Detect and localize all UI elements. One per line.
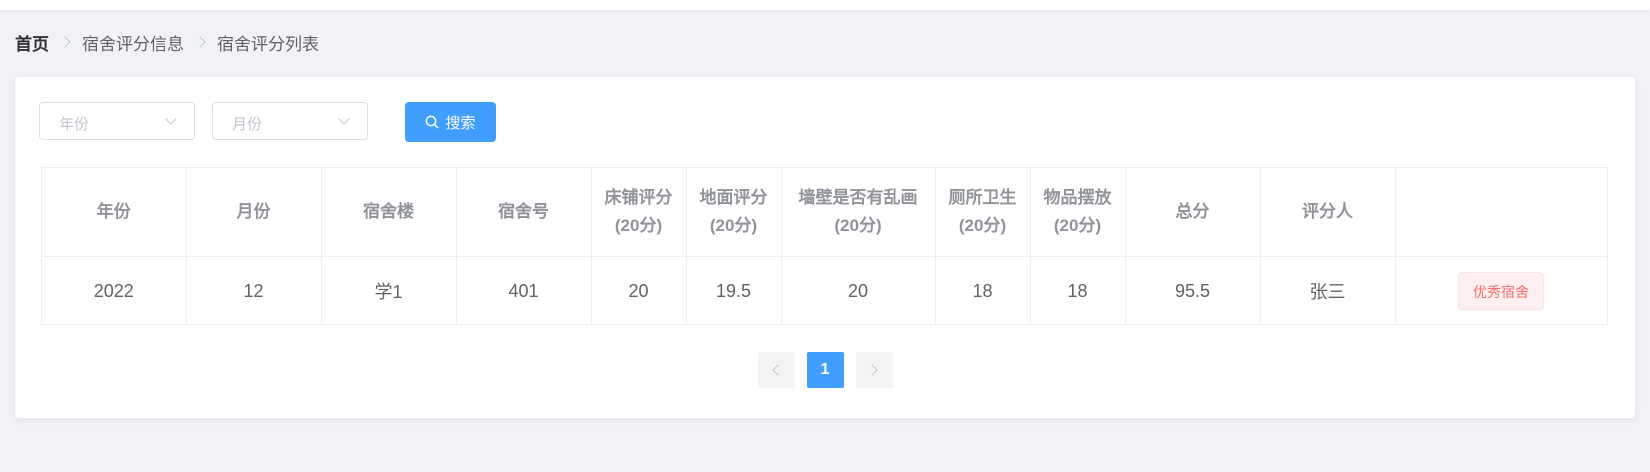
cell-bed-score: 20 bbox=[591, 256, 687, 325]
column-header-year: 年份 bbox=[42, 168, 187, 257]
column-header-total: 总分 bbox=[1125, 168, 1261, 257]
column-header-wall-score: 墙壁是否有乱画 (20分) bbox=[781, 168, 936, 257]
cell-tag: 优秀宿舍 bbox=[1395, 256, 1608, 325]
breadcrumb-dorm-score-info[interactable]: 宿舍评分信息 bbox=[82, 30, 184, 55]
page-number-current[interactable]: 1 bbox=[806, 352, 844, 388]
chevron-down-icon bbox=[338, 113, 350, 125]
cell-toilet-score: 18 bbox=[935, 256, 1031, 325]
year-select-placeholder: 年份 bbox=[59, 116, 90, 133]
cell-year: 2022 bbox=[42, 256, 187, 325]
cell-rater: 张三 bbox=[1260, 256, 1396, 325]
breadcrumb-dorm-score-list: 宿舍评分列表 bbox=[217, 34, 319, 54]
cell-total: 95.5 bbox=[1125, 256, 1261, 325]
search-icon bbox=[426, 115, 439, 129]
chevron-right-icon bbox=[59, 36, 71, 48]
column-header-toilet-score: 厕所卫生 (20分) bbox=[935, 168, 1031, 257]
month-select[interactable]: 月份 bbox=[212, 102, 368, 140]
cell-floor-score: 19.5 bbox=[686, 256, 782, 325]
search-button[interactable]: 搜索 bbox=[405, 102, 496, 142]
column-header-month: 月份 bbox=[186, 168, 322, 257]
column-header-tag bbox=[1395, 168, 1608, 257]
table-header-row: 年份 月份 宿舍楼 宿舍号 床铺评分 (20分) 地面评分 (20分) 墙壁是否… bbox=[42, 168, 1608, 257]
search-button-label: 搜索 bbox=[445, 114, 476, 132]
column-header-bed-score: 床铺评分 (20分) bbox=[591, 168, 687, 257]
table-row: 2022 12 学1 401 20 19.5 20 18 18 95.5 张三 … bbox=[42, 256, 1608, 325]
column-header-room: 宿舍号 bbox=[456, 168, 592, 257]
cell-wall-score: 20 bbox=[781, 256, 936, 325]
breadcrumb-home[interactable]: 首页 bbox=[15, 30, 49, 55]
chevron-left-icon bbox=[772, 364, 784, 376]
score-table: 年份 月份 宿舍楼 宿舍号 床铺评分 (20分) 地面评分 (20分) 墙壁是否… bbox=[41, 167, 1608, 325]
prev-page-button[interactable] bbox=[757, 352, 795, 388]
chevron-down-icon bbox=[165, 113, 177, 125]
cell-room: 401 bbox=[456, 256, 592, 325]
column-header-building: 宿舍楼 bbox=[321, 168, 457, 257]
excellent-dorm-tag: 优秀宿舍 bbox=[1458, 272, 1544, 310]
cell-building: 学1 bbox=[321, 256, 457, 325]
breadcrumb: 首页 宿舍评分信息 宿舍评分列表 bbox=[15, 30, 319, 54]
cell-items-score: 18 bbox=[1030, 256, 1126, 325]
column-header-floor-score: 地面评分 (20分) bbox=[686, 168, 782, 257]
column-header-rater: 评分人 bbox=[1260, 168, 1396, 257]
pagination: 1 bbox=[15, 352, 1635, 388]
column-header-items-score: 物品摆放 (20分) bbox=[1030, 168, 1126, 257]
next-page-button[interactable] bbox=[855, 352, 893, 388]
cell-month: 12 bbox=[186, 256, 322, 325]
year-select[interactable]: 年份 bbox=[39, 102, 195, 140]
chevron-right-icon bbox=[866, 364, 878, 376]
content-card: 年份 月份 搜索 年份 月份 宿舍楼 宿舍号 床铺评分 (20分) 地面评分 (… bbox=[15, 77, 1635, 418]
month-select-placeholder: 月份 bbox=[232, 116, 263, 133]
chevron-right-icon bbox=[194, 36, 206, 48]
top-bar bbox=[0, 0, 1650, 10]
